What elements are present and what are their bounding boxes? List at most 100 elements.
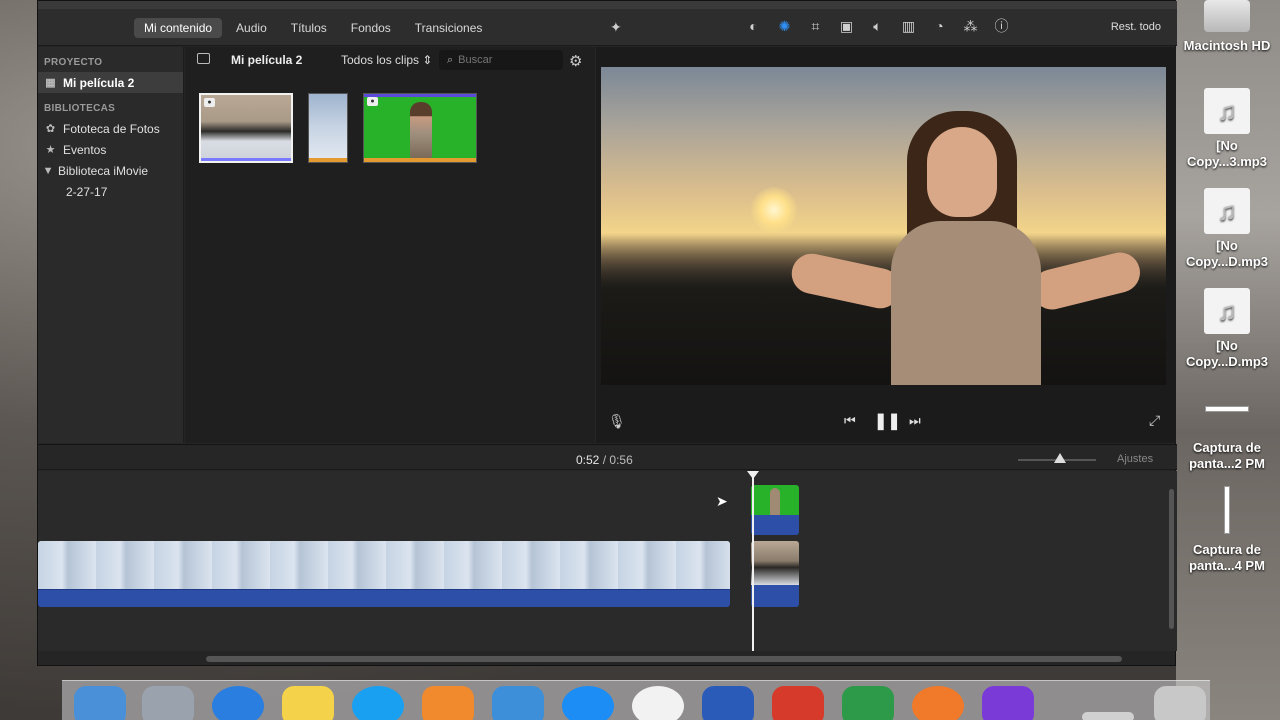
browser-tabs: Mi contenido Audio Títulos Fondos Transi… xyxy=(134,9,496,46)
clips-filter-label: Todos los clips xyxy=(341,53,420,67)
sidebar-item-events[interactable]: ★ Eventos xyxy=(38,139,183,160)
sidebar-item-event-date[interactable]: 2-27-17 xyxy=(38,181,183,202)
camera-icon: ● xyxy=(204,98,215,107)
clip-thumbnail-green-screen[interactable]: ● xyxy=(363,93,477,163)
clips-filter-select[interactable]: Todos los clips ⇕ xyxy=(341,53,432,67)
horizontal-scrollbar[interactable] xyxy=(206,656,1122,662)
vertical-scrollbar[interactable] xyxy=(1169,489,1174,629)
keynote-icon[interactable] xyxy=(492,686,544,720)
trash-icon[interactable] xyxy=(1154,686,1206,720)
clip-audio-waveform xyxy=(38,589,730,607)
disclosure-triangle-icon[interactable]: ▼ xyxy=(43,164,54,177)
playback-controls: 🎙︎ ⏮︎ ❚❚ ⏭︎ ⤢ xyxy=(596,407,1176,437)
sun xyxy=(751,187,797,233)
zoom-slider-knob[interactable] xyxy=(1054,453,1066,463)
search-input[interactable] xyxy=(458,54,549,66)
screenshot-app-icon[interactable] xyxy=(912,686,964,720)
presenter-figure xyxy=(410,102,432,158)
mouse-pointer-icon: ➤ xyxy=(716,493,728,509)
desktop-item-label: [No Copy...D.mp3 xyxy=(1185,338,1269,369)
stabilization-icon[interactable]: ▣ xyxy=(831,15,862,37)
clip-thumbnail-snow[interactable] xyxy=(308,93,348,163)
clip-used-bar xyxy=(201,158,291,161)
pause-icon[interactable]: ❚❚ xyxy=(874,411,901,431)
film-icon: ▦ xyxy=(45,77,56,89)
desktop-item-label: Captura de panta...4 PM xyxy=(1189,542,1265,573)
pages-icon[interactable] xyxy=(422,686,474,720)
presenter-figure xyxy=(770,488,780,515)
crop-icon[interactable]: ⌗ xyxy=(800,15,831,37)
color-balance-icon[interactable]: ◐ xyxy=(738,15,769,37)
imovie-dock-icon[interactable] xyxy=(982,686,1034,720)
equalizer-icon[interactable]: ▥ xyxy=(893,15,924,37)
skip-forward-icon[interactable]: ⏭︎ xyxy=(909,413,921,429)
timeline-clip-main[interactable] xyxy=(38,541,730,607)
tab-transitions[interactable]: Transiciones xyxy=(405,18,493,38)
timecode: 0:52 / 0:56 xyxy=(576,453,633,467)
launchpad-icon[interactable] xyxy=(142,686,194,720)
project-header: PROYECTO xyxy=(44,57,103,68)
music-note-icon: ♫ xyxy=(1204,88,1250,134)
time-separator: / xyxy=(602,453,607,467)
skype-icon[interactable] xyxy=(352,686,404,720)
sidebar-item-photos-library[interactable]: ✿ Fototeca de Fotos xyxy=(38,118,183,139)
total-time: 0:56 xyxy=(609,453,633,467)
skip-back-icon[interactable]: ⏮︎ xyxy=(844,413,856,429)
reset-all-button[interactable]: Rest. todo xyxy=(1111,21,1161,33)
video-preview[interactable] xyxy=(601,67,1166,385)
gear-icon[interactable]: ⚙ xyxy=(569,52,582,70)
libraries-sidebar: PROYECTO ▦ Mi película 2 BIBLIOTECAS ✿ F… xyxy=(38,47,184,443)
speed-icon[interactable]: ◔ xyxy=(924,15,955,37)
clip-filmstrip xyxy=(38,541,730,589)
settings-button[interactable]: Ajustes xyxy=(1117,453,1153,465)
desktop-item-mp3-3[interactable]: ♫ [No Copy...D.mp3 xyxy=(1180,288,1274,370)
notes-icon[interactable] xyxy=(282,686,334,720)
minimized-window-icon[interactable] xyxy=(1082,712,1134,720)
clip-thumbnail-sunset[interactable]: ● xyxy=(199,93,293,163)
desktop-item-mp3-1[interactable]: ♫ [No Copy...3.mp3 xyxy=(1180,88,1274,170)
desktop-item-label: Captura de panta...2 PM xyxy=(1189,440,1265,471)
timeline-clip-green-screen[interactable] xyxy=(751,485,799,535)
zoom-slider[interactable] xyxy=(1018,453,1096,463)
fullscreen-icon[interactable]: ⤢ xyxy=(1149,412,1160,429)
playhead[interactable] xyxy=(747,471,759,651)
filter-icon[interactable]: ⁂ xyxy=(955,15,986,37)
magic-wand-icon[interactable]: ✦ xyxy=(610,19,622,36)
updown-chevron-icon: ⇕ xyxy=(422,53,433,67)
safari-icon[interactable] xyxy=(212,686,264,720)
sidebar-item-label: Fototeca de Fotos xyxy=(63,121,160,136)
adjustment-tools: ◐ ✺ ⌗ ▣ 🔈︎ ▥ ◔ ⁂ ⓘ xyxy=(738,15,1017,37)
camera-icon: ● xyxy=(367,97,378,106)
clip-filmstrip xyxy=(751,541,799,585)
desktop-item-macintosh-hd[interactable]: Macintosh HD xyxy=(1180,0,1274,54)
timeline[interactable]: ➤ xyxy=(38,471,1177,651)
sidebar-item-imovie-library[interactable]: ▼ Biblioteca iMovie xyxy=(38,160,183,181)
info-icon[interactable]: ⓘ xyxy=(986,15,1017,37)
star-icon: ★ xyxy=(45,144,56,156)
sidebar-toggle-icon[interactable] xyxy=(197,53,210,64)
clip-audio-waveform xyxy=(751,515,799,535)
desktop-item-mp3-2[interactable]: ♫ [No Copy...D.mp3 xyxy=(1180,188,1274,270)
photos-app-icon[interactable] xyxy=(632,686,684,720)
microphone-icon[interactable]: 🎙︎ xyxy=(608,413,626,430)
tab-my-content[interactable]: Mi contenido xyxy=(134,17,223,38)
excel-icon[interactable] xyxy=(842,686,894,720)
presenter-face xyxy=(927,127,997,217)
tab-backgrounds[interactable]: Fondos xyxy=(341,18,401,38)
word-icon[interactable] xyxy=(702,686,754,720)
volume-icon[interactable]: 🔈︎ xyxy=(862,15,893,37)
media-browser: Mi película 2 Todos los clips ⇕ ⌕ ⚙ ● ● xyxy=(185,47,595,443)
finder-icon[interactable] xyxy=(74,686,126,720)
app-store-icon[interactable] xyxy=(562,686,614,720)
desktop-item-screenshot-2[interactable]: Captura de panta...4 PM xyxy=(1180,486,1274,574)
browser-title: Mi película 2 xyxy=(231,53,303,67)
clip-used-bar xyxy=(364,158,476,162)
color-correction-icon[interactable]: ✺ xyxy=(769,15,800,37)
search-field[interactable]: ⌕ xyxy=(439,50,563,70)
powerpoint-icon[interactable] xyxy=(772,686,824,720)
tab-audio[interactable]: Audio xyxy=(226,18,277,38)
tab-titles[interactable]: Títulos xyxy=(281,18,337,38)
sidebar-item-project[interactable]: ▦ Mi película 2 xyxy=(38,72,183,93)
desktop-item-screenshot-1[interactable]: Captura de panta...2 PM xyxy=(1180,406,1274,472)
timeline-clip-sunset[interactable] xyxy=(751,541,799,607)
